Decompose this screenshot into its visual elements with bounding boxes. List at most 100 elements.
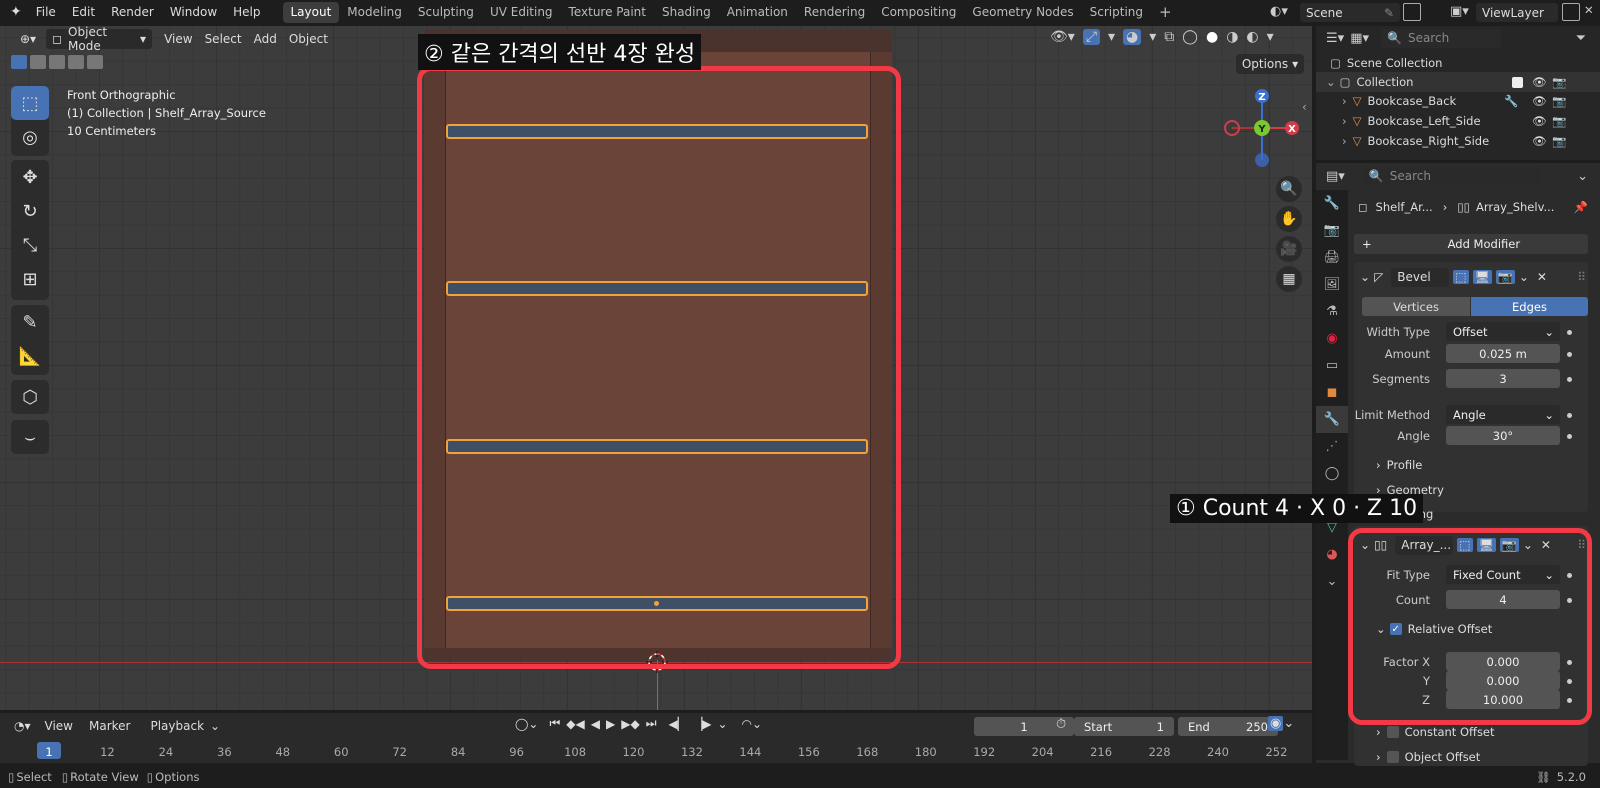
outliner-row-item-2[interactable]: › ▽ Bookcase_Right_Side 👁 📷 [1316, 131, 1600, 151]
collection-tab-icon[interactable]: ▭ [1316, 352, 1348, 379]
rotate-tool-icon[interactable]: ↻ [11, 194, 49, 228]
select-box-mode-icon[interactable] [11, 55, 27, 69]
options-button[interactable]: Options ▾ [1236, 54, 1304, 74]
viewport-menu-view[interactable]: View [158, 29, 198, 49]
scene-tab-icon[interactable]: ⚗ [1316, 298, 1348, 325]
navigation-gizmo[interactable]: Z Y X [1220, 86, 1300, 170]
add-modifier-button[interactable]: + Add Modifier [1354, 234, 1588, 254]
next-frame-icon[interactable]: ▕▶ [693, 717, 711, 731]
segments-field[interactable]: 3 [1446, 369, 1560, 388]
select-tool-icon[interactable]: ⬚ [11, 86, 49, 120]
scene-icon[interactable]: ◐▾ [1270, 4, 1298, 22]
jump-start-icon[interactable]: ⏮ [549, 716, 560, 731]
timeline-menu-view[interactable]: View [45, 719, 73, 733]
tab-texture-paint[interactable]: Texture Paint [561, 2, 654, 23]
grid-ortho-icon[interactable]: ▦ [1276, 266, 1302, 292]
gizmo-toggle-icon[interactable]: ⤢ [1082, 29, 1101, 45]
view-layer-tab-icon[interactable]: 🖼 [1316, 271, 1348, 298]
wireframe-shading-icon[interactable]: ◯ [1182, 29, 1198, 45]
prev-keyframe-icon[interactable]: ◆◀ [566, 717, 584, 731]
outliner-editor-icon[interactable]: ☰▾ [1326, 31, 1344, 46]
pin-icon[interactable]: 📌 [1574, 200, 1588, 214]
pan-hand-icon[interactable]: ✋ [1276, 206, 1302, 232]
add-workspace-button[interactable]: + [1151, 2, 1180, 23]
select-extend-icon[interactable] [30, 55, 46, 69]
tab-uv-editing[interactable]: UV Editing [482, 2, 561, 23]
editor-type-icon[interactable]: ⊕▾ [14, 29, 42, 49]
select-intersect-icon[interactable] [87, 55, 103, 69]
more-tabs-icon[interactable]: ⌄ [1316, 568, 1348, 595]
viewlayer-icon[interactable]: ▣▾ [1450, 4, 1469, 19]
add-cube-tool-icon[interactable]: ⬡ [11, 380, 49, 414]
shading-dropdown-icon[interactable]: ▾ [1267, 29, 1274, 45]
tab-rendering[interactable]: Rendering [796, 2, 873, 23]
angle-field[interactable]: 30° [1446, 426, 1560, 445]
prev-frame-icon[interactable]: ◀▏ [669, 717, 687, 731]
animate-dot[interactable] [1567, 434, 1572, 439]
bevel-name-field[interactable]: Bevel [1391, 267, 1450, 287]
eye-icon[interactable]: 👁 [1532, 114, 1547, 128]
end-frame-field[interactable]: End 250 [1178, 717, 1278, 736]
tab-modeling[interactable]: Modeling [339, 2, 410, 23]
camera-view-icon[interactable]: 🎥 [1276, 236, 1302, 262]
play-icon[interactable]: ▶ [606, 717, 615, 731]
eye-icon[interactable]: 👁 [1532, 134, 1547, 148]
chevron-right-icon[interactable]: › [1342, 114, 1347, 128]
eye-icon[interactable]: 👁 [1532, 75, 1547, 89]
tab-layout[interactable]: Layout [282, 2, 340, 23]
limit-method-dropdown[interactable]: Angle ⌄ [1446, 405, 1560, 424]
menu-edit[interactable]: Edit [64, 0, 103, 25]
outliner-row-scene-collection[interactable]: ▢ Scene Collection [1316, 53, 1600, 73]
close-icon[interactable]: ✕ [1537, 270, 1547, 284]
collapse-chevron-icon[interactable]: ⌄ [1360, 270, 1370, 284]
viewport-menu-add[interactable]: Add [248, 29, 283, 49]
constant-offset-subpanel[interactable]: › Constant Offset [1376, 725, 1495, 739]
visibility-icon[interactable]: 👁▾ [1050, 29, 1075, 45]
remove-viewlayer-icon[interactable]: ✕ [1584, 3, 1594, 17]
display-mode-icon[interactable]: ▦▾ [1350, 31, 1369, 46]
material-tab-icon[interactable]: ◕ [1316, 541, 1348, 568]
menu-render[interactable]: Render [103, 0, 162, 25]
tab-animation[interactable]: Animation [719, 2, 796, 23]
constant-offset-checkbox[interactable] [1386, 726, 1399, 738]
modifier-tab-icon[interactable]: 🔧 [1316, 406, 1348, 433]
bevel-tab-edges[interactable]: Edges [1471, 297, 1588, 316]
width-type-dropdown[interactable]: Offset ⌄ [1446, 322, 1560, 341]
animate-dot[interactable] [1567, 352, 1572, 357]
next-keyframe-icon[interactable]: ▶◆ [621, 717, 639, 731]
camera-render-icon[interactable]: 📷 [1552, 134, 1566, 148]
render-tab-icon[interactable]: 📷 [1316, 217, 1348, 244]
outliner-row-item-1[interactable]: › ▽ Bookcase_Left_Side 👁 📷 [1316, 111, 1600, 131]
new-scene-icon[interactable] [1403, 3, 1421, 21]
object-tab-icon[interactable]: ◼ [1316, 379, 1348, 406]
overlay-icon[interactable]: ◕ [1123, 29, 1142, 45]
tab-shading[interactable]: Shading [654, 2, 719, 23]
menu-help[interactable]: Help [225, 0, 268, 25]
menu-window[interactable]: Window [162, 0, 225, 25]
viewlayer-selector[interactable]: ViewLayer [1476, 3, 1558, 22]
tab-sculpting[interactable]: Sculpting [410, 2, 482, 23]
physics-tab-icon[interactable]: ◯ [1316, 460, 1348, 487]
animate-dot[interactable] [1567, 413, 1572, 418]
scene-selector[interactable]: Scene ✎ [1300, 3, 1400, 22]
timeline-view-icon[interactable]: ◉ ⌄ [1268, 716, 1294, 731]
wrench-icon[interactable]: 🔧 [1504, 94, 1518, 108]
bevel-tab-vertices[interactable]: Vertices [1362, 297, 1470, 316]
chevron-right-icon[interactable]: › [1342, 94, 1347, 108]
camera-render-icon[interactable]: 📷 [1552, 75, 1566, 89]
annotate-tool-icon[interactable]: ✎ [11, 305, 49, 339]
playback-dropdown[interactable]: Playback ⌄ [144, 716, 227, 736]
viewport-menu-select[interactable]: Select [199, 29, 248, 49]
select-invert-icon[interactable] [68, 55, 84, 69]
move-tool-icon[interactable]: ✥ [11, 160, 49, 194]
output-tab-icon[interactable]: 🖨 [1316, 244, 1348, 271]
edit-mode-toggle-icon[interactable]: ⬚ [1453, 270, 1469, 284]
new-viewlayer-icon[interactable] [1562, 3, 1580, 21]
pin-icon[interactable]: ✎ [1384, 6, 1394, 20]
properties-search[interactable]: 🔍 Search [1362, 166, 1541, 186]
tool-tab-icon[interactable]: 🔧 [1316, 190, 1348, 217]
animate-dot[interactable] [1567, 377, 1572, 382]
timeline-menu-marker[interactable]: Marker [89, 719, 130, 733]
eye-icon[interactable]: 👁 [1532, 94, 1547, 108]
overlay-dropdown-icon[interactable]: ▾ [1149, 29, 1156, 45]
